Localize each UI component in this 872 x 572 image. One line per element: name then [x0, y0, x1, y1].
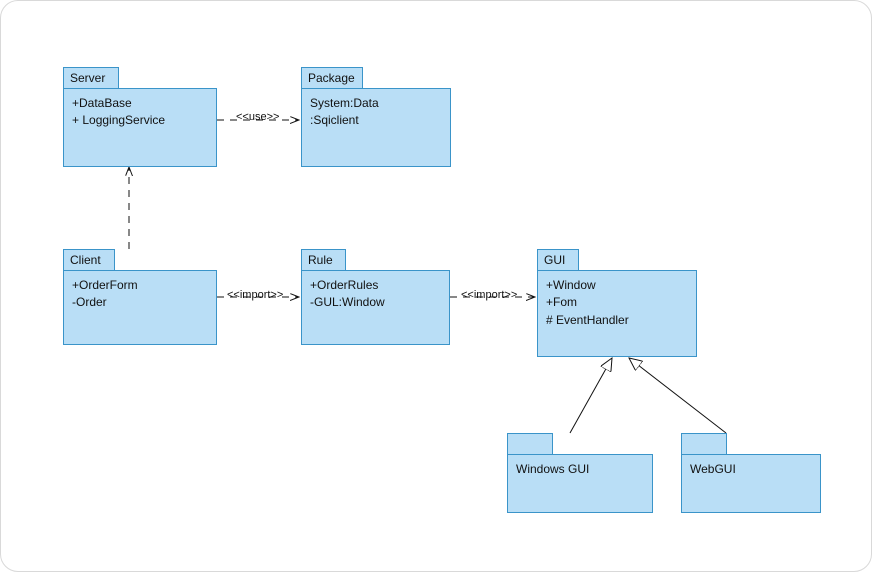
package-webgui-title: WebGUI — [690, 461, 812, 478]
package-client[interactable]: Client +OrderForm -Order — [63, 249, 217, 345]
package-server-body: +DataBase + LoggingService — [63, 88, 217, 167]
package-client-title: Client — [63, 249, 115, 271]
package-attr: System:Data — [310, 95, 442, 112]
package-server-title: Server — [63, 67, 119, 89]
package-gui-title: GUI — [537, 249, 579, 271]
label-client-to-rule: <<import>> — [227, 289, 283, 301]
package-rule-title: Rule — [301, 249, 346, 271]
package-gui-body: +Window +Fom # EventHandler — [537, 270, 697, 357]
package-server[interactable]: Server +DataBase + LoggingService — [63, 67, 217, 167]
package-windowsgui-tab — [507, 433, 553, 455]
package-webgui[interactable]: WebGUI — [681, 433, 821, 513]
package-attr: +Fom — [546, 294, 688, 311]
package-windowsgui-title: Windows GUI — [516, 461, 644, 478]
package-attr: +Window — [546, 277, 688, 294]
package-package-body: System:Data :Sqiclient — [301, 88, 451, 167]
label-rule-to-gui: <<import>> — [461, 289, 517, 301]
package-gui[interactable]: GUI +Window +Fom # EventHandler — [537, 249, 697, 357]
package-attr: :Sqiclient — [310, 112, 442, 129]
package-rule-body: +OrderRules -GUL:Window — [301, 270, 450, 345]
package-package[interactable]: Package System:Data :Sqiclient — [301, 67, 451, 167]
package-attr: +OrderForm — [72, 277, 208, 294]
package-attr: +OrderRules — [310, 277, 441, 294]
label-server-to-package: <<use>> — [236, 111, 279, 123]
package-attr: -Order — [72, 294, 208, 311]
package-attr: # EventHandler — [546, 312, 688, 329]
package-webgui-body: WebGUI — [681, 454, 821, 513]
package-attr: + LoggingService — [72, 112, 208, 129]
package-client-body: +OrderForm -Order — [63, 270, 217, 345]
edge-windowsgui-to-gui — [570, 358, 612, 433]
package-windowsgui[interactable]: Windows GUI — [507, 433, 653, 513]
edge-webgui-to-gui — [629, 358, 726, 433]
package-windowsgui-body: Windows GUI — [507, 454, 653, 513]
package-package-title: Package — [301, 67, 363, 89]
package-rule[interactable]: Rule +OrderRules -GUL:Window — [301, 249, 450, 345]
package-attr: -GUL:Window — [310, 294, 441, 311]
package-attr: +DataBase — [72, 95, 208, 112]
diagram-canvas: <<use>> <<use>> <<import>> <<import>> Se… — [0, 0, 872, 572]
package-webgui-tab — [681, 433, 727, 455]
